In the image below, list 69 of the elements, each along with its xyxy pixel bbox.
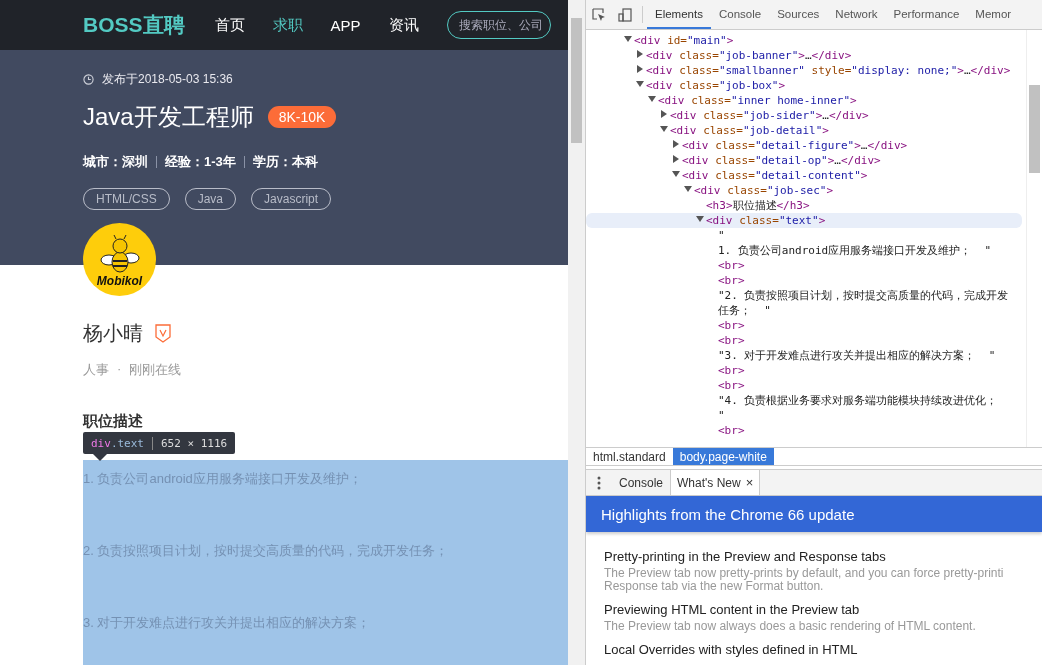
dom-node[interactable]: <div class="detail-figure">…</div> [586, 138, 1022, 153]
salary-badge: 8K-10K [267, 106, 337, 128]
dom-node[interactable]: "3. 对于开发难点进行攻关并提出相应的解决方案； " [586, 348, 1022, 363]
separator-dot: · [117, 361, 122, 378]
dom-node[interactable]: <div class="detail-op">…</div> [586, 153, 1022, 168]
site-logo[interactable]: BOSS直聘 [83, 11, 185, 39]
job-title: Java开发工程师 [83, 102, 254, 132]
tooltip-selector: div.text [91, 436, 144, 450]
dom-node[interactable]: "4. 负责根据业务要求对服务端功能模块持续改进优化； " [586, 393, 1022, 423]
dom-node[interactable]: <div class="smallbanner" style="display: none;">…</div> [586, 63, 1022, 78]
dom-node[interactable]: <div class="inner home-inner"> [586, 93, 1022, 108]
nav-link[interactable]: APP [330, 16, 361, 34]
dom-node[interactable]: <br> [586, 363, 1022, 378]
job-fact: 经验：1-3年 [165, 153, 236, 171]
dom-node[interactable]: <div class="job-sider">…</div> [586, 108, 1022, 123]
tree-scrollbar[interactable] [1026, 30, 1042, 447]
devtools-tab[interactable]: Memor [967, 0, 1020, 29]
drawer-tab[interactable]: What's New × [670, 470, 761, 495]
dom-node[interactable]: <div id="main"> [586, 33, 1022, 48]
feature-title[interactable]: Previewing HTML content in the Preview tab [604, 602, 1042, 617]
collapsed-arrow-icon[interactable] [660, 110, 668, 118]
logo-text: Mobikol [96, 274, 143, 288]
breadcrumb[interactable]: html.standard [586, 448, 673, 465]
tooltip-size: 652 × 1116 [152, 436, 228, 450]
devtools-tab[interactable]: Sources [769, 0, 828, 29]
feature-title[interactable]: Local Overrides with styles defined in HTML [604, 642, 1042, 657]
feature-title[interactable]: Pretty-printing in the Preview and Response tabs [604, 549, 1042, 564]
devtools-tab[interactable]: Console [710, 0, 770, 29]
dom-node[interactable]: <br> [586, 423, 1022, 438]
dom-node[interactable]: <br> [586, 273, 1022, 288]
devtools-tab[interactable]: Network [827, 0, 886, 29]
nav-link[interactable]: 首页 [214, 15, 245, 35]
dom-node[interactable]: <br> [586, 378, 1022, 393]
expanded-arrow-icon[interactable] [696, 215, 704, 223]
dom-node[interactable]: <div class="job-sec"> [586, 183, 1022, 198]
dom-node[interactable]: "2. 负责按照项目计划，按时提交高质量的代码，完成开发任务； " [586, 288, 1022, 318]
nav-link[interactable]: 求职 [272, 15, 303, 35]
feature-description: The Preview tab now pretty-prints by default, and you can force pretty-printi [604, 567, 1005, 580]
close-icon[interactable]: × [745, 475, 754, 490]
dom-node[interactable]: <br> [586, 333, 1022, 348]
dom-node[interactable]: <br> [586, 258, 1022, 273]
dom-node[interactable]: <div class="detail-content"> [586, 168, 1022, 183]
expanded-arrow-icon[interactable] [660, 125, 668, 133]
feature-description: The Preview tab now always does a basic rendering of HTML content. [604, 620, 977, 633]
job-fact: 学历：本科 [252, 153, 318, 171]
page-scrollbar[interactable] [568, 0, 586, 665]
bee-icon [97, 234, 142, 274]
clock-icon [83, 73, 94, 85]
dom-node[interactable]: <h3>职位描述</h3> [586, 198, 1022, 213]
feature-description: Response tab via the new Format button. [604, 580, 825, 593]
recruiter-role: 人事 [83, 361, 109, 379]
dom-node[interactable]: <div class="job-banner">…</div> [586, 48, 1022, 63]
whats-new-banner: Highlights from the Chrome 66 update [586, 496, 1042, 532]
devtools-tab[interactable]: Elements [647, 0, 711, 29]
breadcrumb[interactable]: body.page-white [672, 448, 774, 465]
expanded-arrow-icon[interactable] [624, 35, 632, 43]
dom-node[interactable]: " 1. 负责公司android应用服务端接口开发及维护； " [586, 228, 1022, 258]
publish-time: 发布于2018-05-03 15:36 [102, 70, 233, 88]
devtools-tab[interactable]: Performance [885, 0, 968, 29]
dom-node[interactable]: <br> [586, 318, 1022, 333]
job-fact: 城市：深圳 [83, 153, 148, 171]
drawer-tab[interactable]: Console [612, 470, 671, 495]
dom-node[interactable]: <div class="job-box"> [586, 78, 1022, 93]
recruiter-name: 杨小晴 [83, 321, 143, 346]
nav-link[interactable]: 资讯 [388, 15, 419, 35]
section-heading: 职位描述 [83, 412, 144, 431]
dom-node[interactable]: <div class="job-detail"> [586, 123, 1022, 138]
dom-node[interactable]: <div class="text"> [586, 213, 1022, 228]
online-status: 刚刚在线 [129, 361, 182, 379]
